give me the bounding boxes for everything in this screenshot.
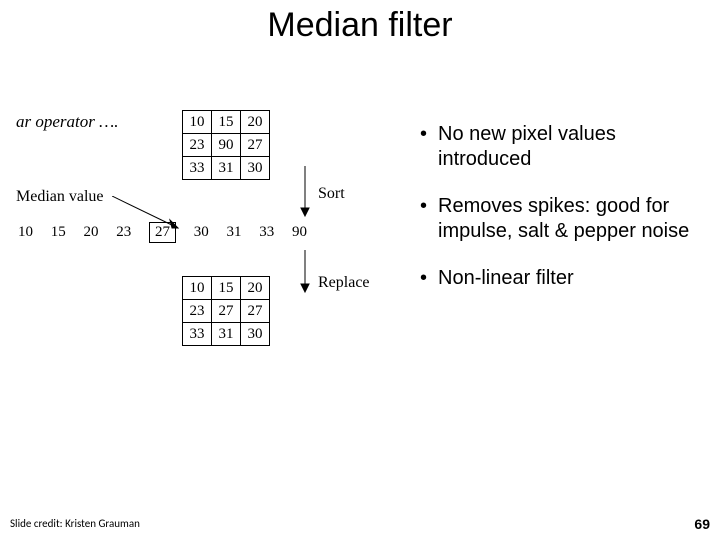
bullet-item: No new pixel values introduced xyxy=(420,122,700,172)
sorted-value: 15 xyxy=(51,224,66,241)
sorted-value: 33 xyxy=(259,224,274,241)
cell: 31 xyxy=(212,323,241,346)
grid-after: 10 15 20 23 27 27 33 31 30 xyxy=(182,276,270,346)
sorted-value: 30 xyxy=(194,224,209,241)
bullet-list: No new pixel values introduced Removes s… xyxy=(420,122,700,313)
cell: 33 xyxy=(183,157,212,180)
replace-arrow-icon xyxy=(298,250,312,294)
sorted-value: 23 xyxy=(116,224,131,241)
cell: 30 xyxy=(241,323,270,346)
bullet-item: Removes spikes: good for impulse, salt &… xyxy=(420,194,700,244)
cell: 30 xyxy=(241,157,270,180)
sorted-value: 90 xyxy=(292,224,307,241)
cell: 27 xyxy=(241,134,270,157)
cell: 10 xyxy=(183,111,212,134)
sorted-value: 10 xyxy=(18,224,33,241)
cell: 33 xyxy=(183,323,212,346)
sorted-value: 20 xyxy=(84,224,99,241)
sort-label: Sort xyxy=(318,185,345,203)
bullet-item: Non-linear filter xyxy=(420,266,700,291)
page-number: 69 xyxy=(694,516,710,532)
slide-credit: Slide credit: Kristen Grauman xyxy=(10,517,140,530)
cell: 23 xyxy=(183,300,212,323)
sorted-row: 10 15 20 23 27 30 31 33 90 xyxy=(18,222,321,243)
cell: 20 xyxy=(241,111,270,134)
cell: 10 xyxy=(183,277,212,300)
cell: 15 xyxy=(212,111,241,134)
cell: 90 xyxy=(212,134,241,157)
slide-title: Median filter xyxy=(0,6,720,45)
cell: 27 xyxy=(212,300,241,323)
median-value-label: Median value xyxy=(16,188,104,206)
cell: 23 xyxy=(183,134,212,157)
grid-before: 10 15 20 23 90 27 33 31 30 xyxy=(182,110,270,180)
sorted-median-value: 27 xyxy=(149,222,176,243)
sort-arrow-icon xyxy=(298,166,312,218)
cell: 20 xyxy=(241,277,270,300)
sorted-value: 31 xyxy=(227,224,242,241)
cell: 31 xyxy=(212,157,241,180)
operator-label: ar operator …. xyxy=(16,112,118,132)
replace-label: Replace xyxy=(318,274,370,292)
cell: 27 xyxy=(241,300,270,323)
slide: Median filter No new pixel values introd… xyxy=(0,0,720,540)
cell: 15 xyxy=(212,277,241,300)
